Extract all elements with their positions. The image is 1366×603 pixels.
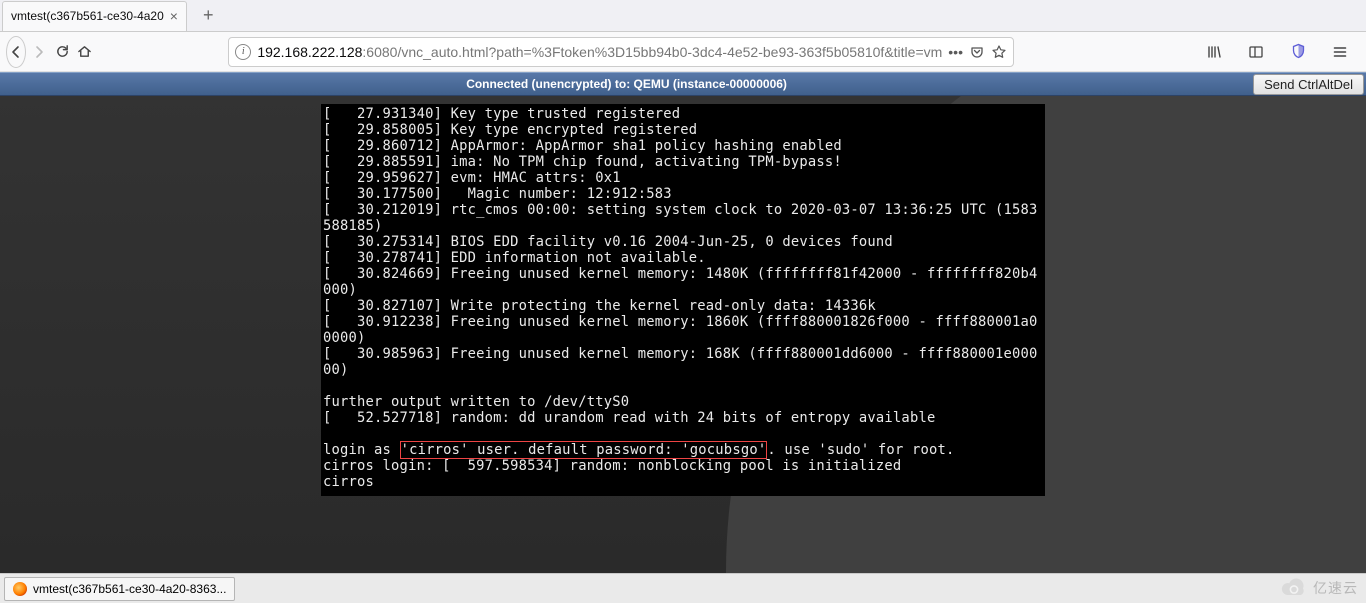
sidebar-button[interactable] [1240,36,1272,68]
tab-strip: vmtest(c367b561-ce30-4a20 × + [0,0,1366,32]
menu-button[interactable] [1324,36,1356,68]
arrow-right-icon [31,44,47,60]
home-button[interactable] [75,36,94,68]
login-highlight: 'cirros' user. default password: 'gocubs… [400,441,768,459]
vnc-status-bar: Connected (unencrypted) to: QEMU (instan… [0,72,1366,96]
taskbar-item-title: vmtest(c367b561-ce30-4a20-8363... [33,582,226,596]
url-bar[interactable]: i 192.168.222.128:6080/vnc_auto.html?pat… [228,37,1014,67]
hamburger-icon [1332,44,1348,60]
vnc-viewport: Connected (unencrypted) to: QEMU (instan… [0,72,1366,573]
sidebar-icon [1248,44,1264,60]
forward-button [30,36,49,68]
home-icon [77,44,92,59]
toolbar-right [1198,36,1356,68]
library-button[interactable] [1198,36,1230,68]
url-text: 192.168.222.128:6080/vnc_auto.html?path=… [257,44,942,60]
browser-toolbar: i 192.168.222.128:6080/vnc_auto.html?pat… [0,32,1366,72]
browser-tab[interactable]: vmtest(c367b561-ce30-4a20 × [2,1,187,31]
taskbar-item[interactable]: vmtest(c367b561-ce30-4a20-8363... [4,577,235,601]
send-ctrlaltdel-button[interactable]: Send CtrlAltDel [1253,74,1364,95]
status-text: Connected (unencrypted) to: QEMU (instan… [0,77,1253,91]
login-text-prefix: login as [323,442,400,458]
close-icon[interactable]: × [170,8,178,24]
library-icon [1206,44,1222,60]
firefox-icon [13,582,27,596]
protection-button[interactable] [1282,36,1314,68]
tab-title: vmtest(c367b561-ce30-4a20 [11,9,164,23]
reload-icon [55,44,70,59]
terminal-output: [ 27.931340] Key type trusted registered… [323,106,1038,426]
terminal-post: cirros login: [ 597.598534] random: nonb… [323,458,901,490]
new-tab-button[interactable]: + [197,5,220,26]
site-info-button[interactable]: i [235,44,251,60]
bookmark-icon[interactable] [991,44,1007,60]
os-taskbar: vmtest(c367b561-ce30-4a20-8363... [0,573,1366,603]
terminal-console[interactable]: [ 27.931340] Key type trusted registered… [321,104,1045,496]
page-actions-icon[interactable]: ••• [948,44,963,60]
shield-icon [1290,43,1307,60]
arrow-left-icon [8,44,24,60]
back-button[interactable] [6,36,26,68]
login-text-suffix: . use 'sudo' for root. [767,442,954,458]
reload-button[interactable] [53,36,72,68]
pocket-icon[interactable] [969,44,985,60]
